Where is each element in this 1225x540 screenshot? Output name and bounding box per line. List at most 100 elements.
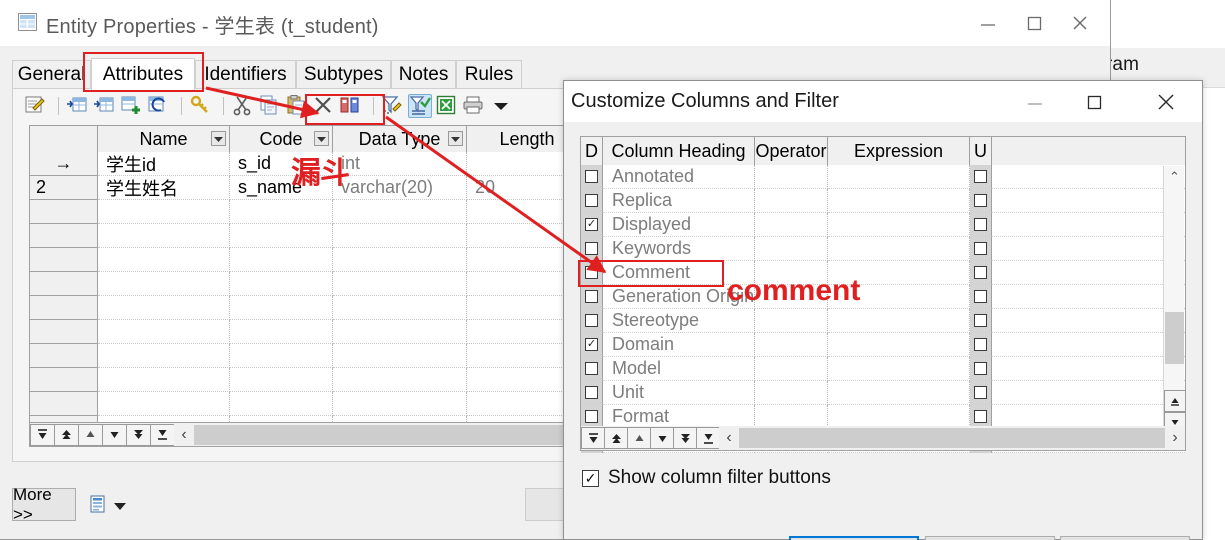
cell-code[interactable] — [230, 296, 333, 320]
cell-name[interactable] — [98, 248, 230, 272]
column-heading-cell[interactable]: Comment — [603, 261, 755, 285]
column-heading-cell[interactable]: Keywords — [603, 237, 755, 261]
used-checkbox-cell[interactable] — [970, 381, 992, 405]
nav-next-page[interactable] — [126, 423, 151, 446]
find-icon[interactable] — [339, 94, 363, 118]
row-header[interactable] — [30, 248, 98, 272]
list-item[interactable]: Stereotype — [581, 309, 1185, 333]
scrollbar-thumb[interactable] — [1165, 312, 1184, 364]
row-header[interactable] — [30, 320, 98, 344]
add-row-icon[interactable] — [93, 94, 117, 118]
columns-filter-grid[interactable]: D Column Heading Operator Expression U A… — [580, 136, 1186, 453]
cell-name[interactable] — [98, 416, 230, 422]
column-heading-cell[interactable]: Domain — [603, 333, 755, 357]
minimize-button[interactable] — [965, 0, 1011, 46]
row-header[interactable] — [30, 416, 98, 422]
dlg-hscroll-right-arrow[interactable]: › — [1165, 427, 1185, 449]
dg-col-u[interactable]: U — [970, 137, 992, 165]
display-checkbox[interactable] — [585, 290, 598, 303]
copy-icon[interactable] — [258, 94, 282, 118]
row-header[interactable] — [30, 344, 98, 368]
cell-code[interactable] — [230, 392, 333, 416]
used-checkbox-cell[interactable] — [970, 285, 992, 309]
cell-name[interactable] — [98, 320, 230, 344]
cell-code[interactable]: s_name — [230, 176, 333, 200]
cell-data-type[interactable] — [333, 272, 467, 296]
operator-cell[interactable] — [755, 189, 828, 213]
tab-general[interactable]: General — [12, 60, 91, 88]
filter-button-code[interactable] — [314, 131, 329, 146]
cell-code[interactable] — [230, 248, 333, 272]
tab-notes[interactable]: Notes — [391, 60, 456, 88]
key-icon[interactable] — [189, 94, 213, 118]
dlg-horizontal-scrollbar[interactable] — [739, 428, 1165, 448]
column-heading-cell[interactable]: Replica — [603, 189, 755, 213]
display-checkbox-cell[interactable]: ✓ — [581, 213, 603, 237]
cell-data-type[interactable]: int — [333, 152, 467, 176]
dialog-vertical-scrollbar[interactable]: ⌃ ⌄ — [1163, 166, 1184, 426]
show-column-filter-buttons-checkbox[interactable]: ✓ — [582, 469, 599, 487]
cell-name[interactable] — [98, 272, 230, 296]
operator-cell[interactable] — [755, 261, 828, 285]
expression-cell[interactable] — [828, 237, 970, 261]
operator-cell[interactable] — [755, 165, 828, 189]
properties-icon[interactable] — [24, 94, 48, 118]
used-checkbox[interactable] — [974, 410, 987, 423]
cell-data-type[interactable] — [333, 320, 467, 344]
dg-col-operator[interactable]: Operator — [755, 137, 828, 165]
expression-cell[interactable] — [828, 357, 970, 381]
used-checkbox-cell[interactable] — [970, 261, 992, 285]
display-checkbox[interactable] — [585, 362, 598, 375]
side-scroll-top-button[interactable] — [1164, 390, 1186, 412]
cell-name[interactable]: 学生id — [98, 152, 230, 176]
filter-button-name[interactable] — [211, 131, 226, 146]
grid-col-data-type[interactable]: Data Type — [333, 126, 467, 152]
operator-cell[interactable] — [755, 381, 828, 405]
cell-code[interactable] — [230, 272, 333, 296]
list-item[interactable]: Model — [581, 357, 1185, 381]
print-icon[interactable] — [462, 94, 486, 118]
list-item[interactable]: Replica — [581, 189, 1185, 213]
dialog-maximize-button[interactable] — [1071, 81, 1117, 122]
cell-data-type[interactable] — [333, 224, 467, 248]
display-checkbox-cell[interactable] — [581, 261, 603, 285]
cell-data-type[interactable] — [333, 200, 467, 224]
display-checkbox-cell[interactable] — [581, 237, 603, 261]
used-checkbox[interactable] — [974, 242, 987, 255]
nav-first-record[interactable] — [30, 423, 55, 446]
expression-cell[interactable] — [828, 381, 970, 405]
cell-code[interactable] — [230, 368, 333, 392]
column-heading-cell[interactable]: Unit — [603, 381, 755, 405]
display-checkbox-cell[interactable] — [581, 357, 603, 381]
display-checkbox[interactable] — [585, 194, 598, 207]
dg-col-column-heading[interactable]: Column Heading — [603, 137, 755, 165]
used-checkbox-cell[interactable] — [970, 357, 992, 381]
filter-button-data-type[interactable] — [448, 131, 463, 146]
list-item[interactable]: Generation Origin — [581, 285, 1185, 309]
dlg-nav-last-record[interactable] — [696, 427, 720, 449]
row-header[interactable] — [30, 392, 98, 416]
dlg-nav-first-record[interactable] — [581, 427, 605, 449]
cell-code[interactable] — [230, 344, 333, 368]
row-header[interactable] — [30, 296, 98, 320]
replace-icon[interactable] — [147, 94, 171, 118]
operator-cell[interactable] — [755, 309, 828, 333]
list-item[interactable]: Annotated — [581, 165, 1185, 189]
cell-code[interactable]: s_id — [230, 152, 333, 176]
column-heading-cell[interactable]: Displayed — [603, 213, 755, 237]
grid-col-code[interactable]: Code — [230, 126, 333, 152]
used-checkbox[interactable] — [974, 290, 987, 303]
used-checkbox[interactable] — [974, 266, 987, 279]
ok-button[interactable]: OK — [789, 536, 919, 540]
tab-identifiers[interactable]: Identifiers — [195, 60, 296, 88]
expression-cell[interactable] — [828, 309, 970, 333]
show-column-filter-buttons-row[interactable]: ✓ Show column filter buttons — [582, 467, 831, 489]
row-header[interactable] — [30, 224, 98, 248]
used-checkbox[interactable] — [974, 362, 987, 375]
display-checkbox-cell[interactable]: ✓ — [581, 333, 603, 357]
operator-cell[interactable] — [755, 357, 828, 381]
used-checkbox-cell[interactable] — [970, 165, 992, 189]
cell-data-type[interactable] — [333, 248, 467, 272]
display-checkbox[interactable] — [585, 266, 598, 279]
cell-code[interactable] — [230, 416, 333, 422]
